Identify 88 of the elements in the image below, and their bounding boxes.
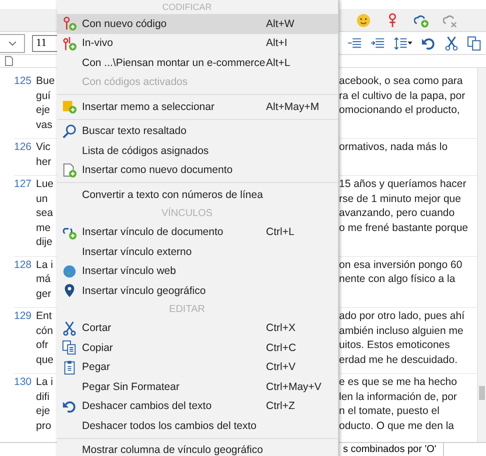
text-fragment: her xyxy=(36,154,52,169)
text-fragment: eje xyxy=(36,103,50,118)
search-field[interactable]: s combinados por 'O' xyxy=(340,443,444,456)
menu-item[interactable]: Insertar como nuevo documento xyxy=(57,160,338,180)
menu-item[interactable]: Buscar texto resaltado xyxy=(57,122,338,141)
text-fragment: eje xyxy=(36,404,50,418)
text-fragment: un xyxy=(36,192,48,206)
text-fragment: sea xyxy=(36,206,53,220)
indent-icon[interactable] xyxy=(370,36,385,50)
line-number: 127 xyxy=(14,177,33,192)
text-fragment: erdad me he descuidado. xyxy=(339,352,458,367)
text-fragment: difi xyxy=(36,390,50,404)
text-fragment: ormativos, nada más lo xyxy=(339,140,448,154)
text-fragment: guí xyxy=(36,88,51,103)
menu-item[interactable]: Con nuevo código Alt+W xyxy=(57,14,338,34)
text-fragment: dije xyxy=(36,235,52,250)
text-fragment: Bue xyxy=(36,74,55,88)
document-plus-icon xyxy=(62,162,76,178)
text-fragment: e es que se me ha hecho xyxy=(339,375,457,390)
menu-item[interactable]: Convertir a texto con números de línea xyxy=(57,185,338,204)
cloud-plus-icon[interactable] xyxy=(414,12,429,28)
menu-item[interactable]: Cortar Ctrl+X xyxy=(57,318,338,338)
search-icon xyxy=(62,124,76,139)
text-fragment: cón xyxy=(36,324,53,338)
text-fragment: o me frené bastante porque xyxy=(339,220,468,235)
text-fragment: nente con algo físico a la xyxy=(339,272,456,286)
copy-icon xyxy=(62,340,76,356)
text-fragment: me xyxy=(36,220,51,235)
text-fragment: ofr xyxy=(36,338,48,352)
undo-icon[interactable] xyxy=(421,36,436,50)
copy-icon[interactable] xyxy=(467,36,482,50)
menu-item[interactable]: Insertar vínculo externo xyxy=(57,242,338,262)
cut-icon xyxy=(62,320,76,336)
outdent-icon[interactable] xyxy=(347,36,362,50)
text-fragment: rse de 1 minuto mejor que xyxy=(339,192,461,206)
text-fragment: Lue xyxy=(36,177,54,192)
menu-item[interactable]: Insertar vínculo geográfico xyxy=(57,281,338,300)
line-number: 129 xyxy=(14,309,33,324)
menu-item[interactable]: Insertar vínculo web xyxy=(57,262,338,281)
line-number: 126 xyxy=(14,140,33,155)
text-fragment: ado por otro lado, pues ahí xyxy=(339,309,465,324)
text-fragment: vas xyxy=(36,118,52,132)
menu-section-header: EDITAR xyxy=(168,302,206,316)
text-fragment: ambién incluso alguien me xyxy=(339,324,464,338)
text-fragment: Ent xyxy=(36,309,52,324)
line-spacing-icon[interactable] xyxy=(393,36,413,50)
chevron-down-icon xyxy=(8,38,16,48)
text-fragment: que xyxy=(36,352,54,367)
code-plus-icon xyxy=(62,36,76,51)
text-fragment: 15 años y queríamos hacer xyxy=(339,177,466,192)
menu-item[interactable]: Deshacer cambios del texto Ctrl+Z xyxy=(57,396,338,416)
text-fragment: oducto. O que me den la xyxy=(339,418,454,433)
cut-icon[interactable] xyxy=(444,36,459,50)
text-fragment: Vic xyxy=(36,140,50,154)
text-fragment: La i xyxy=(36,375,53,390)
text-fragment: pro xyxy=(36,418,52,433)
text-fragment: n el tomate, puesto el xyxy=(339,404,440,418)
paste-icon xyxy=(62,360,76,375)
code-plus-icon xyxy=(62,16,76,32)
menu-item[interactable]: Insertar vínculo de documento Ctrl+L xyxy=(57,222,338,242)
memo-plus-icon xyxy=(62,99,76,114)
menu-item[interactable]: Lista de códigos asignados xyxy=(57,141,338,160)
text-fragment: ra el cultivo de la papa, por xyxy=(339,88,466,103)
text-fragment: La i xyxy=(36,258,53,272)
scrollbar[interactable] xyxy=(477,68,486,442)
menu-item[interactable]: Pegar Sin Formatear Ctrl+May+V xyxy=(57,377,338,396)
menu-item[interactable]: Deshacer todos los cambios del texto xyxy=(57,416,338,436)
menu-section-header: VÍNCULOS xyxy=(160,206,214,220)
text-fragment: on esa inversión pongo 60 xyxy=(339,258,462,272)
text-fragment: má xyxy=(36,272,51,286)
line-number: 130 xyxy=(14,375,33,390)
menu-item[interactable]: Pegar Ctrl+V xyxy=(57,358,338,377)
menu-item[interactable]: Copiar Ctrl+C xyxy=(57,338,338,358)
line-number: 128 xyxy=(14,258,33,272)
text-fragment: acebook, o sea como para xyxy=(339,74,463,88)
menu-item[interactable]: Mostrar columna de vínculo geográfico xyxy=(57,440,338,456)
menu-item[interactable]: Insertar memo a seleccionar Alt+May+M xyxy=(57,97,338,116)
text-fragment: avanzando, pero cuando xyxy=(339,206,455,220)
text-fragment: omocionando el producto, xyxy=(339,103,460,118)
line-number: 125 xyxy=(14,74,33,89)
globe-icon xyxy=(62,264,76,279)
menu-item[interactable]: Con ...\Piensan montar un e-commerceAlt+L xyxy=(57,53,338,72)
text-fragment: uitos. Estos emoticones xyxy=(339,338,450,352)
undo-icon xyxy=(62,398,76,414)
text-fragment: ger xyxy=(36,286,52,301)
smiley-icon[interactable] xyxy=(356,12,371,28)
menu-section-header: CODIFICAR xyxy=(161,1,213,14)
text-fragment: len la información de, por xyxy=(339,390,457,404)
